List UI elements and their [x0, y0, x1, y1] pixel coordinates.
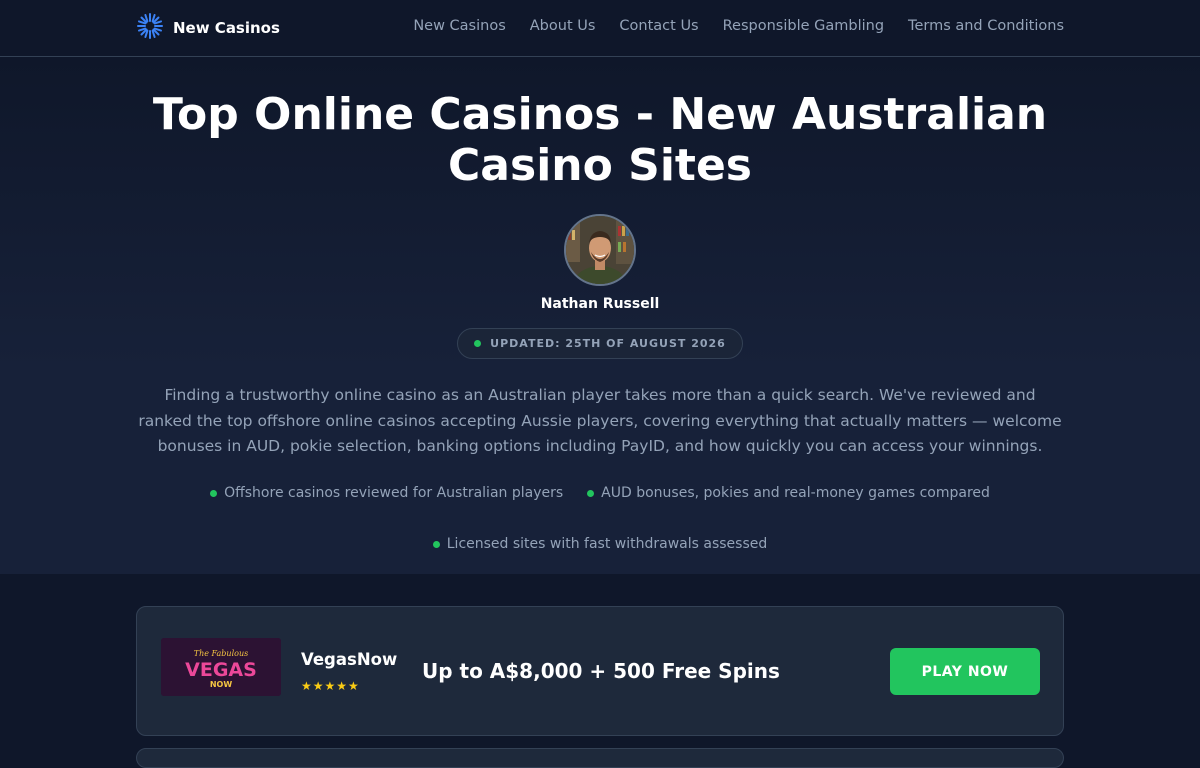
nav-responsible-gambling[interactable]: Responsible Gambling [723, 18, 884, 34]
casino-listing: The Fabulous VEGAS NOW VegasNow ★★★★★ Up… [0, 574, 1200, 768]
nav-about-us[interactable]: About Us [530, 18, 596, 34]
author-name: Nathan Russell [540, 296, 660, 312]
logo-script-text: The Fabulous [194, 649, 248, 658]
page-title-line-2: Casino Sites [448, 140, 752, 191]
bullet-dot-icon [587, 490, 595, 497]
key-point-text: AUD bonuses, pokies and real-money games… [601, 485, 990, 501]
key-point: Licensed sites with fast withdrawals ass… [432, 535, 768, 554]
key-point: AUD bonuses, pokies and real-money games… [587, 484, 990, 503]
logo-main-text: VEGAS [185, 659, 257, 681]
casino-logo[interactable]: The Fabulous VEGAS NOW [161, 638, 281, 696]
logo-sub-text: NOW [210, 680, 232, 689]
bullet-dot-icon [210, 490, 218, 497]
bullet-dot-icon [432, 541, 440, 548]
nav-contact-us[interactable]: Contact Us [619, 18, 698, 34]
key-point: Offshore casinos reviewed for Australian… [210, 484, 563, 503]
brand-name: New Casinos [173, 19, 280, 37]
casino-card: The Fabulous VEGAS NOW VegasNow ★★★★★ Up… [136, 606, 1064, 736]
bonus-offer: Up to A$8,000 + 500 Free Spins [422, 659, 780, 683]
page-title-line-1: Top Online Casinos - New Australian [152, 89, 1048, 140]
main-nav: New Casinos About Us Contact Us Responsi… [413, 18, 1064, 34]
page-title: Top Online Casinos - New Australian Casi… [100, 89, 1100, 191]
hero-section: Top Online Casinos - New Australian Casi… [0, 57, 1200, 574]
brand-link[interactable]: New Casinos [136, 12, 280, 44]
nav-terms-and-conditions[interactable]: Terms and Conditions [908, 18, 1064, 34]
nav-new-casinos[interactable]: New Casinos [413, 18, 505, 34]
site-header: New Casinos New Casinos About Us Contact… [0, 0, 1200, 57]
key-point-text: Offshore casinos reviewed for Australian… [224, 485, 564, 501]
updated-badge: UPDATED: 25TH OF AUGUST 2026 [457, 328, 743, 359]
key-points: Offshore casinos reviewed for Australian… [136, 484, 1064, 554]
play-now-button[interactable]: PLAY NOW [890, 648, 1040, 695]
key-point-text: Licensed sites with fast withdrawals ass… [446, 536, 768, 552]
sunburst-logo-icon [136, 12, 164, 44]
status-dot-icon [474, 340, 482, 347]
star-rating: ★★★★★ [301, 679, 360, 693]
casino-name[interactable]: VegasNow [301, 650, 397, 669]
author-avatar [564, 214, 636, 286]
casino-card-next [136, 748, 1064, 768]
intro-paragraph: Finding a trustworthy online casino as a… [138, 386, 1062, 455]
updated-date: UPDATED: 25TH OF AUGUST 2026 [490, 337, 726, 350]
